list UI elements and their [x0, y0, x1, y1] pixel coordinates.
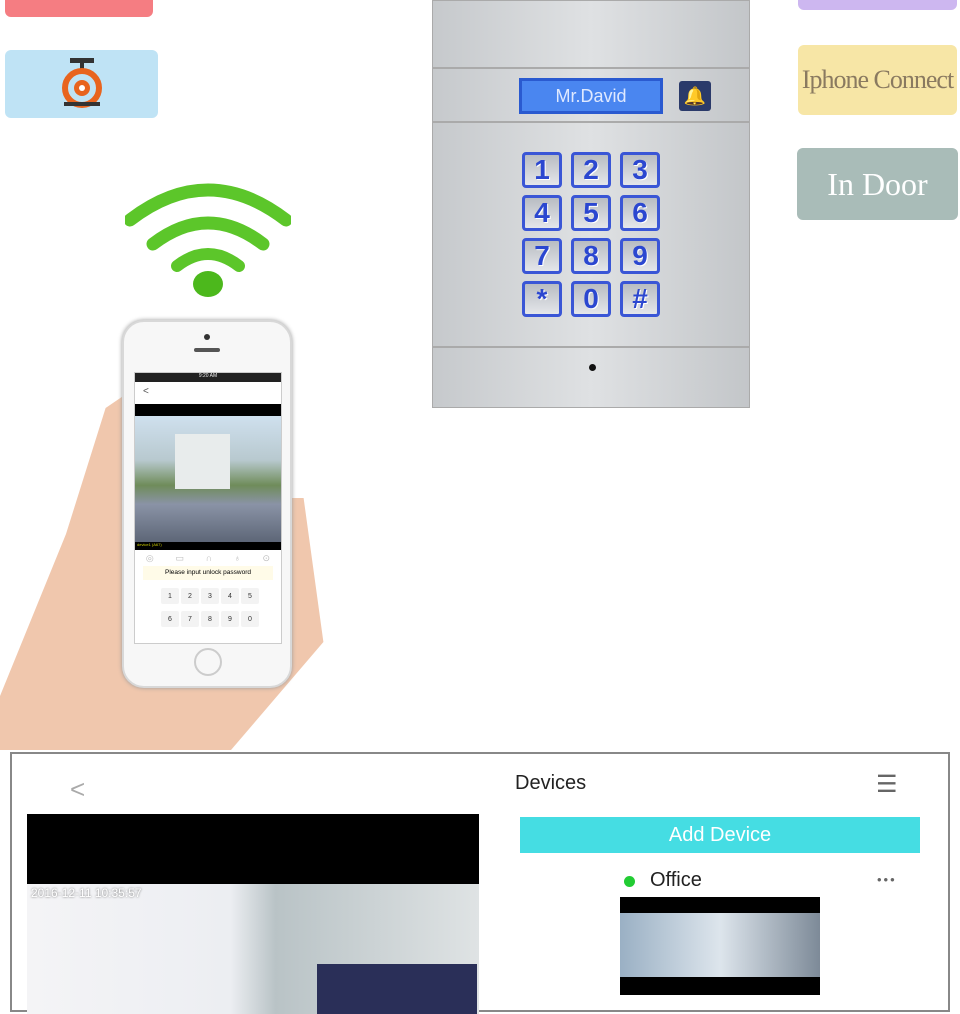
phone-key[interactable]: 3	[201, 588, 219, 604]
name-display: Mr.David	[519, 78, 663, 114]
phone-key[interactable]: 6	[161, 611, 179, 627]
camera-app-tile[interactable]	[5, 50, 158, 118]
device-thumbnail[interactable]	[620, 897, 820, 995]
keypad-key[interactable]: 6	[620, 195, 660, 231]
keypad-key[interactable]: 1	[522, 152, 562, 188]
snapshot-icon[interactable]: ◎	[146, 553, 154, 564]
live-view-image: 2016-12-11 10:35:57	[27, 884, 479, 1014]
keypad-key[interactable]: 0	[571, 281, 611, 317]
doorbell-button[interactable]: 🔔	[679, 81, 711, 111]
phone-key[interactable]: 7	[181, 611, 199, 627]
app-screenshot-panel: < 2016-12-11 10:35:57 Devices ☰ Add Devi…	[10, 752, 950, 1014]
device-name[interactable]: Office	[650, 869, 702, 892]
camera-logo-icon	[61, 58, 102, 108]
keypad-key[interactable]: 4	[522, 195, 562, 231]
phone-key[interactable]: 0	[241, 611, 259, 627]
home-button[interactable]	[194, 648, 222, 676]
unlock-icon[interactable]: ⊙	[263, 553, 271, 564]
in-door-tile[interactable]: In Door	[797, 148, 958, 220]
phone-key[interactable]: 2	[181, 588, 199, 604]
phone-screen: 9:20 AM < device1 (A67) ◎ ▭ ∩ ♁ ⊙ Please inp…	[134, 372, 282, 644]
back-button[interactable]: <	[70, 774, 85, 805]
live-view-black-band	[27, 814, 479, 884]
wifi-icon	[125, 183, 291, 297]
back-button[interactable]: <	[135, 382, 281, 404]
record-icon[interactable]: ▭	[176, 553, 185, 564]
camera-feed-image	[135, 416, 281, 542]
phone-key[interactable]: 4	[221, 588, 239, 604]
keypad-key[interactable]: 5	[571, 195, 611, 231]
camera-feed	[135, 404, 281, 416]
phone-key[interactable]: 5	[241, 588, 259, 604]
mic-icon[interactable]: ♁	[234, 553, 241, 563]
unlock-password-field[interactable]: Please input unlock password	[143, 566, 273, 580]
phone-key[interactable]: 9	[221, 611, 239, 627]
pink-tile	[5, 0, 153, 17]
speaker-hole	[589, 364, 596, 371]
keypad-key[interactable]: 7	[522, 238, 562, 274]
device-more-button[interactable]: •••	[877, 872, 897, 887]
status-bar: 9:20 AM	[135, 373, 281, 382]
menu-list-icon[interactable]: ☰	[876, 770, 898, 799]
keypad-key[interactable]: 2	[571, 152, 611, 188]
keypad-key[interactable]: 9	[620, 238, 660, 274]
camera-label: device1 (A67)	[135, 542, 281, 550]
phone-key[interactable]: 1	[161, 588, 179, 604]
keypad-key[interactable]: *	[522, 281, 562, 317]
keypad-key[interactable]: #	[620, 281, 660, 317]
iphone-connect-tile[interactable]: Iphone Connect	[798, 45, 957, 115]
add-device-button[interactable]: Add Device	[520, 817, 920, 853]
keypad-key[interactable]: 3	[620, 152, 660, 188]
online-status-dot	[624, 876, 635, 887]
video-timestamp: 2016-12-11 10:35:57	[31, 886, 142, 900]
phone-key[interactable]: 8	[201, 611, 219, 627]
devices-title: Devices	[515, 772, 587, 794]
purple-tile	[798, 0, 957, 10]
headphone-icon[interactable]: ∩	[206, 553, 212, 563]
keypad-key[interactable]: 8	[571, 238, 611, 274]
smartphone: 9:20 AM < device1 (A67) ◎ ▭ ∩ ♁ ⊙ Please inp…	[122, 320, 292, 688]
